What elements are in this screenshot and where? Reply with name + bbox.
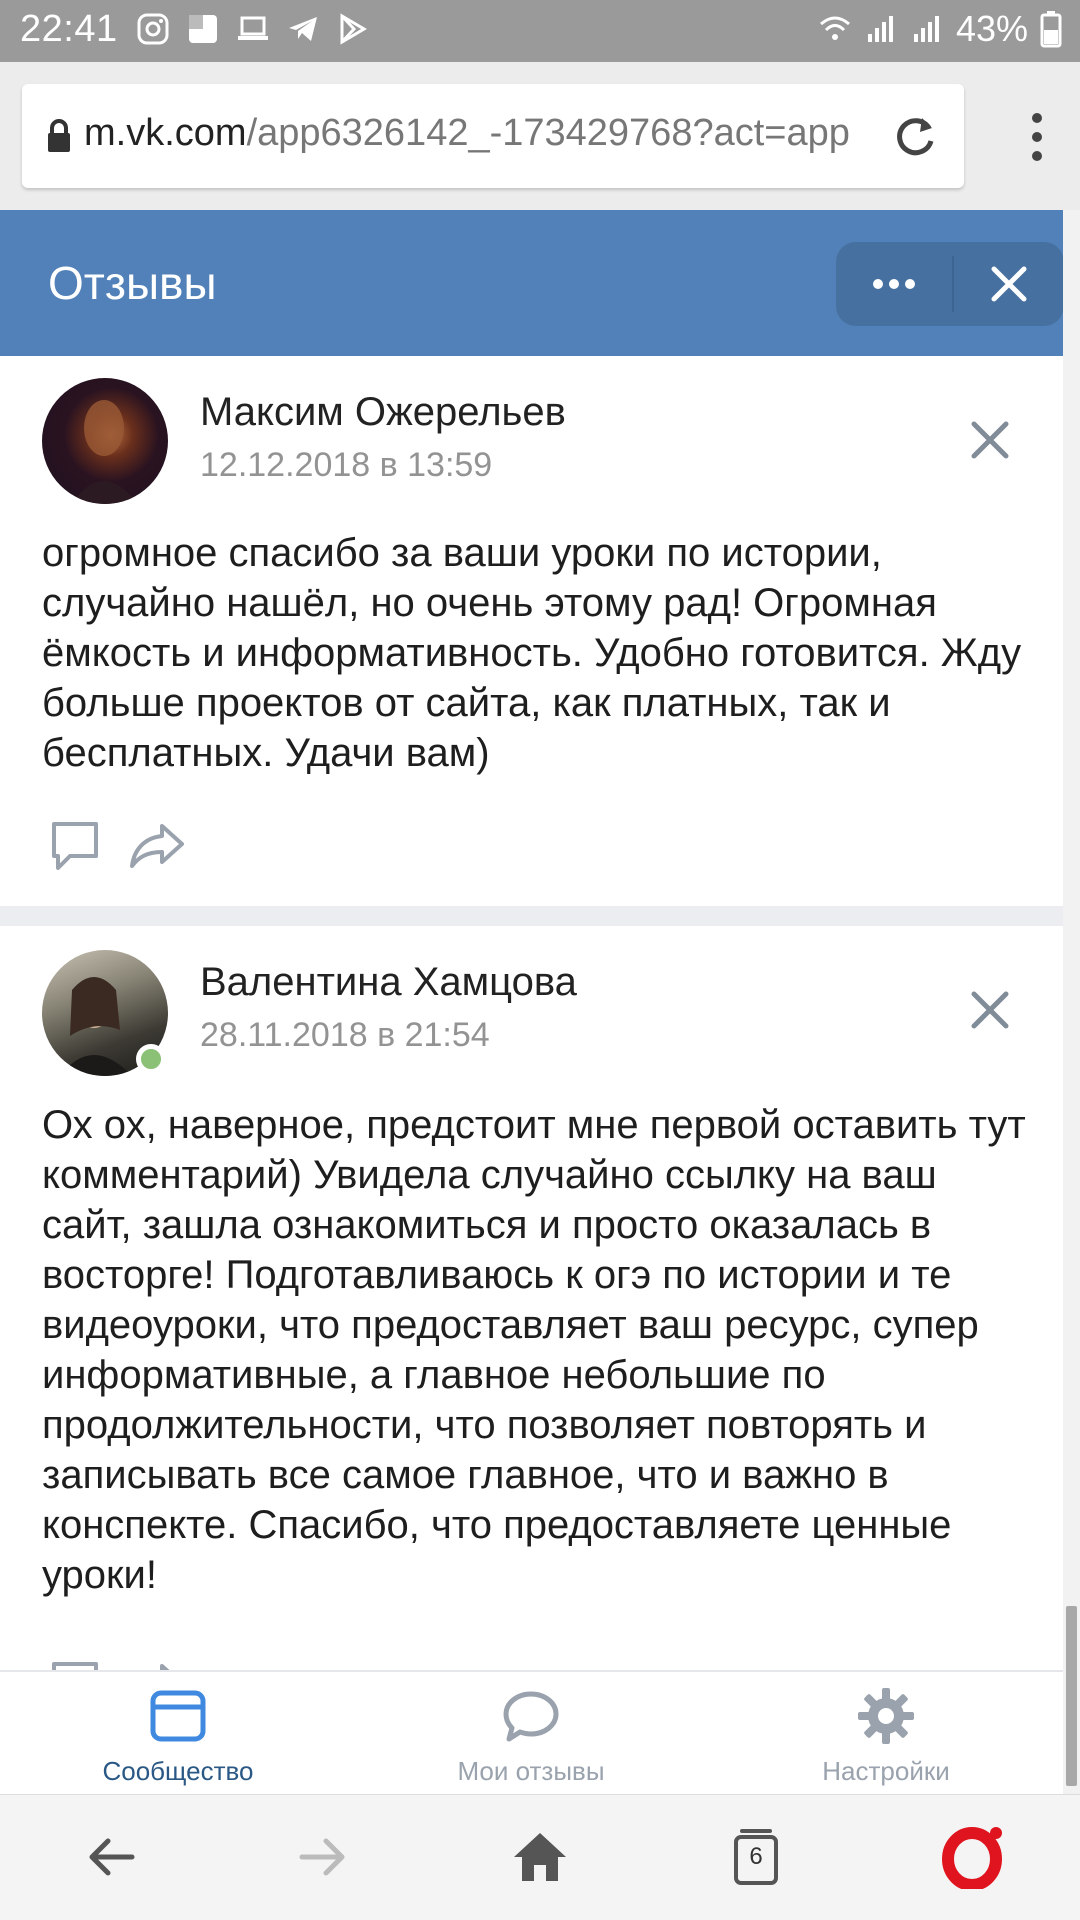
reload-icon[interactable]: [892, 114, 938, 160]
signal-icon: [867, 16, 893, 42]
tab-my-reviews[interactable]: Мои отзывы: [381, 1672, 681, 1796]
system-indicators: 43%: [818, 8, 1062, 50]
delete-review-icon[interactable]: [966, 416, 1014, 464]
review-text: Ох ох, наверное, предстоит мне первой ос…: [42, 1103, 1026, 1597]
review-author[interactable]: Максим Ожерельев: [200, 390, 566, 435]
battery-icon: [1040, 11, 1062, 48]
browser-menu-icon[interactable]: [1030, 112, 1044, 162]
more-button[interactable]: [836, 242, 952, 326]
scrollbar-thumb[interactable]: [1066, 1606, 1077, 1786]
online-indicator: [136, 1044, 166, 1074]
app-controls: [836, 242, 1064, 326]
battery-percent: 43%: [955, 8, 1028, 49]
status-time: 22:41: [20, 8, 118, 50]
avatar-image: [72, 400, 138, 504]
telegram-icon: [289, 17, 317, 41]
notification-icons: [136, 12, 370, 46]
review-card: Валентина Хамцова 28.11.2018 в 21:54 Ох …: [0, 926, 1063, 1670]
signal-icon-2: [913, 16, 939, 42]
laptop-icon: [238, 16, 268, 40]
tabs-count: 6: [749, 1843, 763, 1870]
page-title: Отзывы: [48, 257, 217, 309]
url-host: m.vk.com: [84, 112, 247, 154]
more-dots-icon: [873, 279, 915, 289]
app-header: Отзывы: [0, 210, 1064, 356]
gallery-icon: [189, 15, 217, 43]
home-icon[interactable]: [508, 1825, 572, 1889]
forward-arrow-icon[interactable]: [290, 1825, 354, 1889]
gear-icon: [858, 1688, 914, 1744]
browser-bottom-bar: 6: [0, 1794, 1080, 1920]
tab-settings[interactable]: Настройки: [736, 1672, 1036, 1796]
delete-review-icon[interactable]: [966, 986, 1014, 1034]
address-bar[interactable]: m.vk.com/app6326142_-173429768?act=app: [22, 84, 964, 188]
comment-icon[interactable]: [46, 816, 104, 874]
lock-icon: [48, 119, 70, 152]
review-card: Максим Ожерельев 12.12.2018 в 13:59 огро…: [0, 356, 1063, 906]
review-actions: [46, 816, 186, 874]
url-path: /app6326142_-173429768?act=app: [246, 112, 850, 154]
tab-community[interactable]: Сообщество: [28, 1672, 328, 1796]
reviews-feed: Максим Ожерельев 12.12.2018 в 13:59 огро…: [0, 356, 1063, 1670]
url-text[interactable]: m.vk.com/app6326142_-173429768?act=app: [84, 112, 884, 155]
back-arrow-icon[interactable]: [80, 1825, 144, 1889]
close-app-button[interactable]: [954, 242, 1064, 326]
tab-label: Сообщество: [102, 1756, 254, 1786]
review-actions: [46, 1656, 186, 1670]
scrollbar-track[interactable]: [1063, 210, 1080, 1800]
tab-label: Мои отзывы: [457, 1756, 605, 1786]
share-icon[interactable]: [128, 1656, 186, 1670]
comment-icon[interactable]: [46, 1656, 104, 1670]
review-author[interactable]: Валентина Хамцова: [200, 960, 577, 1005]
community-icon: [150, 1690, 206, 1742]
review-date: 12.12.2018 в 13:59: [200, 446, 493, 484]
tab-label: Настройки: [822, 1756, 950, 1786]
review-date: 28.11.2018 в 21:54: [200, 1016, 490, 1054]
speech-bubble-icon: [503, 1691, 559, 1742]
review-text: огромное спасибо за ваши уроки по истори…: [42, 531, 1022, 775]
review-separator: [0, 906, 1063, 926]
avatar[interactable]: [42, 378, 168, 504]
wifi-icon: [819, 16, 850, 40]
opera-icon[interactable]: [940, 1825, 1004, 1889]
instagram-icon: [137, 13, 169, 45]
share-icon[interactable]: [128, 816, 186, 874]
play-store-icon: [340, 13, 367, 45]
browser-toolbar: m.vk.com/app6326142_-173429768?act=app: [0, 62, 1080, 210]
close-icon: [991, 266, 1027, 302]
app-tab-bar: Сообщество Мои отзывы Настройки: [0, 1670, 1063, 1794]
tabs-button[interactable]: 6: [724, 1825, 788, 1889]
status-bar: 22:41 43%: [0, 0, 1080, 62]
